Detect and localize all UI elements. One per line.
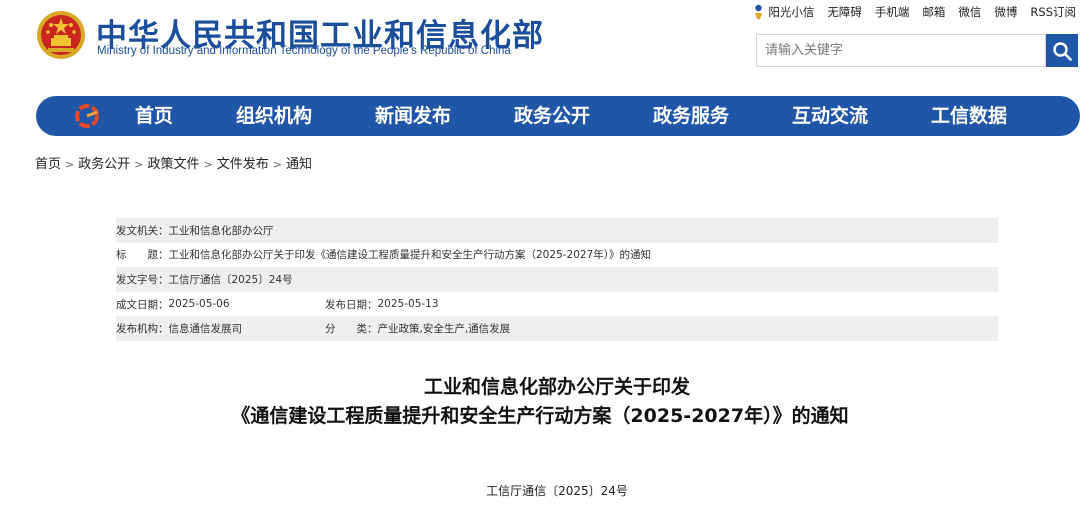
meta-value-issuer: 工业和信息化部办公厅 [168, 224, 274, 237]
meta-value-doc-number: 工信厅通信〔2025〕24号 [168, 273, 293, 286]
nav-item-interaction[interactable]: 互动交流 [792, 96, 868, 136]
meta-label: 发布日期： [325, 298, 378, 311]
breadcrumb-policy-documents[interactable]: 政策文件 [147, 157, 199, 172]
miit-logo-icon[interactable] [74, 104, 100, 128]
nav-item-services[interactable]: 政务服务 [653, 96, 729, 136]
chevron-right-icon: > [203, 158, 213, 171]
meta-value-publish-date: 2025-05-13 [377, 298, 439, 311]
article-doc-number: 工信厅通信〔2025〕24号 [486, 484, 628, 498]
chevron-right-icon: > [134, 158, 144, 171]
meta-label: 分 类： [325, 323, 378, 336]
toplink-accessibility[interactable]: 无障碍 [827, 4, 862, 20]
meta-row-title: 标 题： 工业和信息化部办公厅关于印发《通信建设工程质量提升和安全生产行动方案（… [116, 243, 998, 268]
sun-icon [755, 4, 763, 19]
top-links: 阳光小信 无障碍 手机端 邮箱 微信 微博 RSS订阅 [752, 4, 1076, 20]
chevron-right-icon: > [272, 158, 282, 171]
meta-label: 成文日期： [116, 298, 169, 311]
search-icon [1053, 41, 1072, 61]
nav-item-government-affairs[interactable]: 政务公开 [514, 96, 590, 136]
breadcrumb-home[interactable]: 首页 [35, 157, 61, 172]
nav-item-news[interactable]: 新闻发布 [375, 96, 451, 136]
search-input[interactable] [757, 35, 1045, 66]
meta-label: 发文机关： [116, 224, 169, 237]
nav-item-home[interactable]: 首页 [135, 96, 173, 136]
article-title-line2: 《通信建设工程质量提升和安全生产行动方案（2025-2027年）》的通知 [231, 405, 849, 427]
toplink-label: 阳光小信 [768, 5, 815, 19]
breadcrumb-government-affairs[interactable]: 政务公开 [78, 157, 130, 172]
meta-row-issuer: 发文机关： 工业和信息化部办公厅 [116, 218, 998, 243]
article-title-line1: 工业和信息化部办公厅关于印发 [423, 376, 690, 398]
meta-label: 标 题： [116, 249, 169, 262]
toplink-sunshine[interactable]: 阳光小信 [752, 4, 814, 20]
site-header: 中华人民共和国工业和信息化部 Ministry of Industry and … [0, 0, 1080, 96]
toplink-mail[interactable]: 邮箱 [922, 4, 945, 20]
toplink-rss[interactable]: RSS订阅 [1030, 4, 1076, 20]
meta-row-agency: 发布机构： 信息通信发展司 分 类： 产业政策,安全生产,通信发展 [116, 316, 998, 341]
meta-value-category: 产业政策,安全生产,通信发展 [377, 323, 511, 336]
nav-item-data[interactable]: 工信数据 [931, 96, 1007, 136]
national-emblem-icon[interactable] [36, 10, 86, 60]
meta-publish-date: 发布日期： 2025-05-13 [325, 297, 439, 312]
site-subtitle: Ministry of Industry and Information Tec… [97, 45, 511, 57]
main-nav: 首页 组织机构 新闻发布 政务公开 政务服务 互动交流 工信数据 [36, 96, 1080, 136]
meta-value-title: 工业和信息化部办公厅关于印发《通信建设工程质量提升和安全生产行动方案（2025-… [168, 249, 651, 262]
toplink-weibo[interactable]: 微博 [994, 4, 1017, 20]
meta-value-agency: 信息通信发展司 [168, 323, 243, 336]
meta-written-date: 成文日期： 2025-05-06 [116, 297, 230, 312]
breadcrumb: 首页 > 政务公开 > 政策文件 > 文件发布 > 通知 [35, 153, 312, 172]
breadcrumb-file-release[interactable]: 文件发布 [217, 157, 269, 172]
meta-label: 发文字号： [116, 273, 169, 286]
document-meta-table: 发文机关： 工业和信息化部办公厅 标 题： 工业和信息化部办公厅关于印发《通信建… [116, 218, 998, 341]
chevron-right-icon: > [65, 158, 75, 171]
search-button[interactable] [1046, 34, 1078, 67]
meta-category: 分 类： 产业政策,安全生产,通信发展 [325, 321, 510, 336]
toplink-mobile[interactable]: 手机端 [875, 4, 910, 20]
meta-value-written-date: 2025-05-06 [168, 298, 230, 311]
nav-item-organization[interactable]: 组织机构 [236, 96, 312, 136]
meta-row-doc-number: 发文字号： 工信厅通信〔2025〕24号 [116, 267, 998, 292]
meta-row-dates: 成文日期： 2025-05-06 发布日期： 2025-05-13 [116, 292, 998, 317]
toplink-wechat[interactable]: 微信 [958, 4, 981, 20]
meta-label: 发布机构： [116, 323, 169, 336]
search-box [756, 34, 1046, 67]
meta-agency: 发布机构： 信息通信发展司 [116, 321, 242, 336]
breadcrumb-notice[interactable]: 通知 [286, 157, 312, 172]
